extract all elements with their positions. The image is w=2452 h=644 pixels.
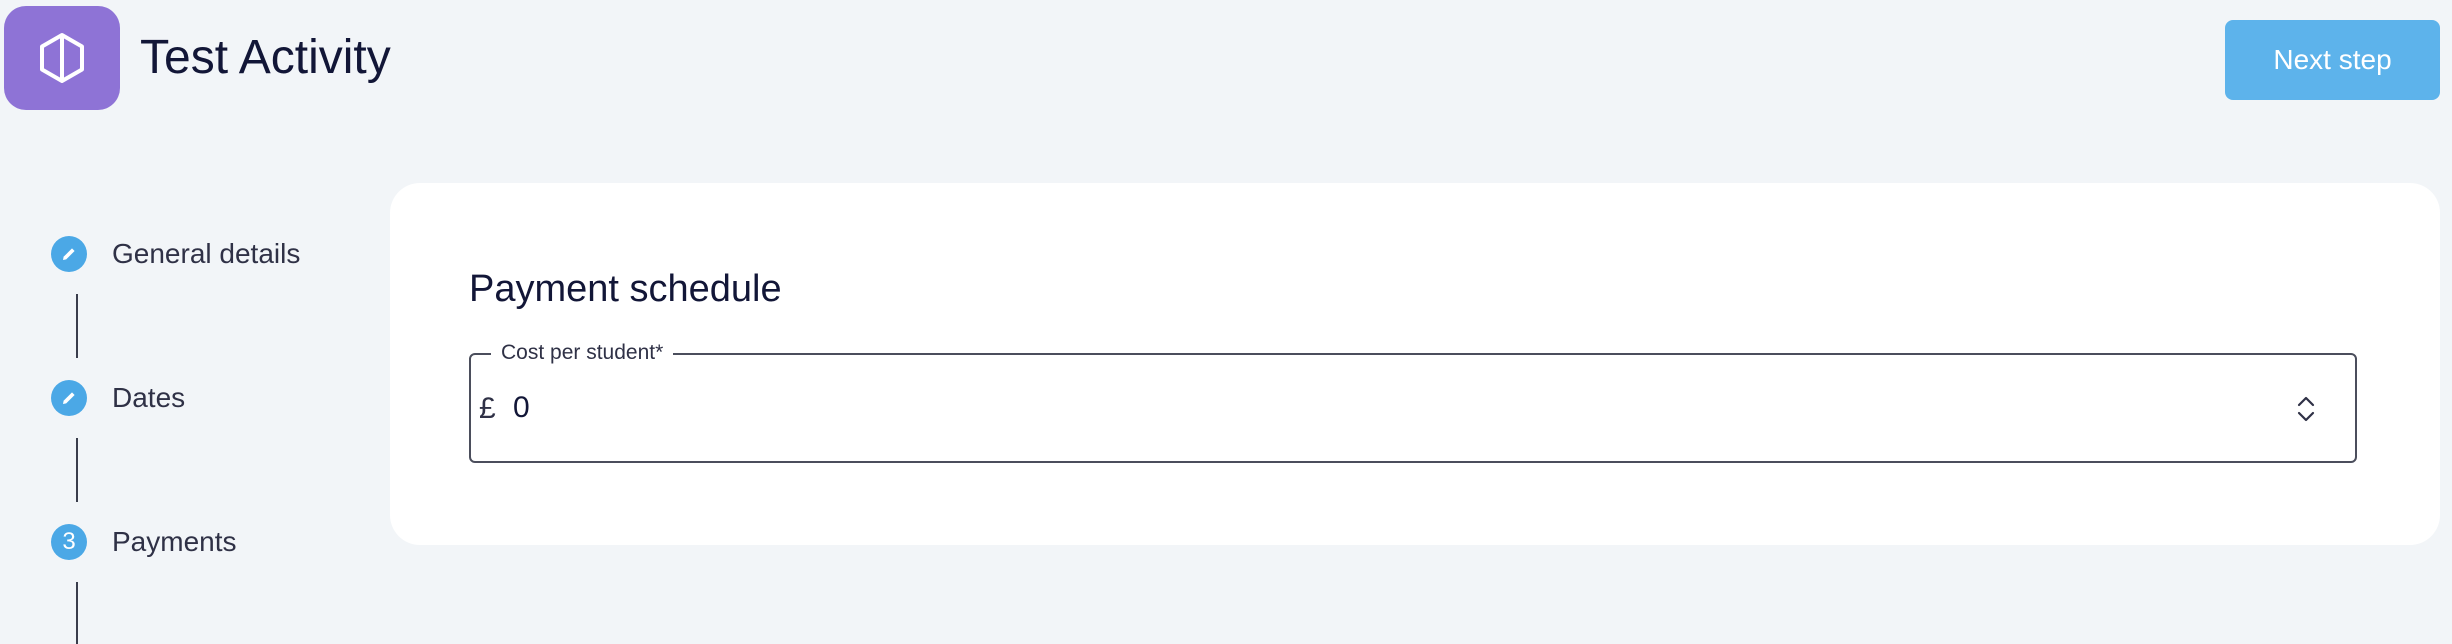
number-stepper-control[interactable] [2291, 389, 2321, 429]
pencil-icon [63, 248, 75, 260]
step-general-details-label[interactable]: General details [112, 236, 300, 272]
cost-per-student-label: Cost per student* [491, 339, 674, 367]
step-connector [76, 438, 78, 502]
step-connector [76, 294, 78, 358]
progress-stepper: General details Dates 3 Payments [0, 0, 380, 644]
step-dates-icon[interactable] [51, 380, 87, 416]
currency-symbol: £ [479, 392, 496, 425]
section-title: Payment schedule [469, 268, 782, 310]
step-connector [76, 582, 78, 644]
cost-per-student-input[interactable] [513, 385, 2273, 431]
step-dates-label[interactable]: Dates [112, 380, 185, 416]
cost-per-student-field[interactable]: Cost per student* £ [469, 339, 2357, 463]
step-payments-number[interactable]: 3 [51, 524, 87, 560]
step-payments-label[interactable]: Payments [112, 524, 237, 560]
pencil-icon [63, 392, 75, 404]
step-general-details-icon[interactable] [51, 236, 87, 272]
up-down-chevron-icon [2297, 396, 2315, 422]
payment-schedule-card: Payment schedule Cost per student* £ [390, 183, 2440, 545]
next-step-button[interactable]: Next step [2225, 20, 2440, 100]
